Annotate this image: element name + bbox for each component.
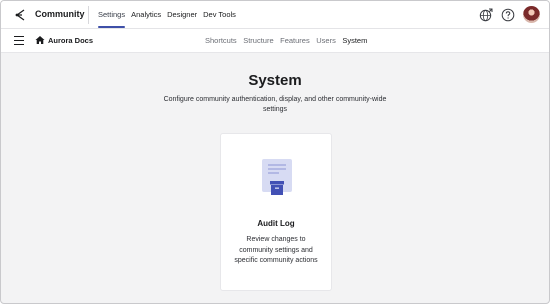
main-nav: Settings Analytics Designer Dev Tools — [98, 1, 242, 29]
tab-structure[interactable]: Structure — [243, 29, 273, 53]
main-content: System Configure community authenticatio… — [1, 54, 549, 303]
top-bar: Community Settings Analytics Designer De… — [1, 1, 549, 29]
help-icon[interactable] — [501, 8, 515, 22]
community-logo-icon[interactable] — [13, 8, 27, 22]
nav-settings[interactable]: Settings — [98, 1, 126, 29]
tab-system[interactable]: System — [342, 29, 367, 53]
audit-log-icon — [262, 159, 292, 195]
audit-log-card[interactable]: Audit Log Review changes to community se… — [220, 133, 332, 291]
sub-bar: Aurora Docs Shortcuts Structure Features… — [1, 29, 549, 53]
app-window: Community Settings Analytics Designer De… — [0, 0, 550, 304]
tab-users[interactable]: Users — [316, 29, 336, 53]
tab-features[interactable]: Features — [280, 29, 310, 53]
nav-dev-tools[interactable]: Dev Tools — [203, 1, 236, 29]
breadcrumb[interactable]: Aurora Docs — [48, 36, 93, 45]
home-icon — [35, 36, 45, 44]
globe-icon[interactable] — [479, 8, 493, 22]
divider — [88, 6, 89, 24]
page-title: System — [248, 72, 302, 89]
settings-tabs: Shortcuts Structure Features Users Syste… — [205, 29, 374, 53]
card-description: Review changes to community settings and… — [234, 236, 318, 264]
hamburger-icon[interactable] — [14, 36, 24, 45]
app-title[interactable]: Community — [35, 9, 85, 19]
card-title: Audit Log — [257, 219, 295, 228]
page-description: Configure community authentication, disp… — [163, 96, 387, 113]
nav-designer[interactable]: Designer — [167, 1, 197, 29]
tab-shortcuts[interactable]: Shortcuts — [205, 29, 237, 53]
nav-analytics[interactable]: Analytics — [131, 1, 161, 29]
avatar[interactable] — [523, 6, 540, 23]
